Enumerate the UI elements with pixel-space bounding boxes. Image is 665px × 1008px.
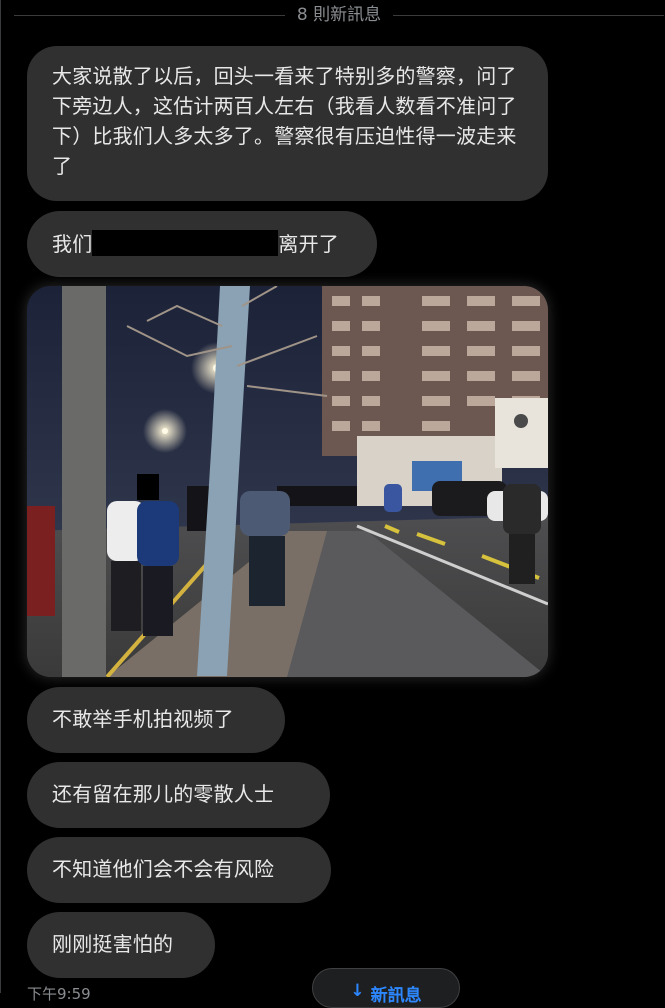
new-messages-divider: 8 則新訊息 <box>14 4 665 26</box>
redaction-block <box>92 230 279 256</box>
message-timestamp: 下午9:59 <box>27 985 91 1003</box>
message-text-start: 我们 <box>52 232 93 256</box>
face-redaction <box>137 474 159 500</box>
divider-line-left <box>14 14 285 16</box>
window-edge <box>0 0 1 993</box>
new-messages-button[interactable]: ↓ 新訊息 <box>312 968 460 1008</box>
arrow-down-icon: ↓ <box>350 981 365 1001</box>
message-text: 大家说散了以后，回头一看来了特别多的警察，问了下旁边人，这估计两百人左右（我看人… <box>52 64 517 178</box>
message-bubble[interactable]: 我们 离开了 <box>27 211 377 277</box>
new-messages-count: 8 則新訊息 <box>296 5 382 25</box>
message-text-end: 离开了 <box>278 232 340 256</box>
message-photo[interactable] <box>27 286 548 677</box>
message-bubble[interactable]: 刚刚挺害怕的 <box>27 912 215 978</box>
message-text: 还有留在那儿的零散人士 <box>52 782 275 806</box>
message-bubble[interactable]: 大家说散了以后，回头一看来了特别多的警察，问了下旁边人，这估计两百人左右（我看人… <box>27 46 548 201</box>
message-text: 不知道他们会不会有风险 <box>52 857 275 881</box>
divider-line-right <box>393 14 665 16</box>
message-bubble[interactable]: 不知道他们会不会有风险 <box>27 837 331 903</box>
message-text: 不敢举手机拍视频了 <box>52 707 234 731</box>
new-messages-label: 新訊息 <box>370 986 422 1006</box>
message-text: 刚刚挺害怕的 <box>52 932 174 956</box>
message-bubble[interactable]: 还有留在那儿的零散人士 <box>27 762 330 828</box>
message-bubble[interactable]: 不敢举手机拍视频了 <box>27 687 285 753</box>
street-scene-image <box>27 286 548 677</box>
